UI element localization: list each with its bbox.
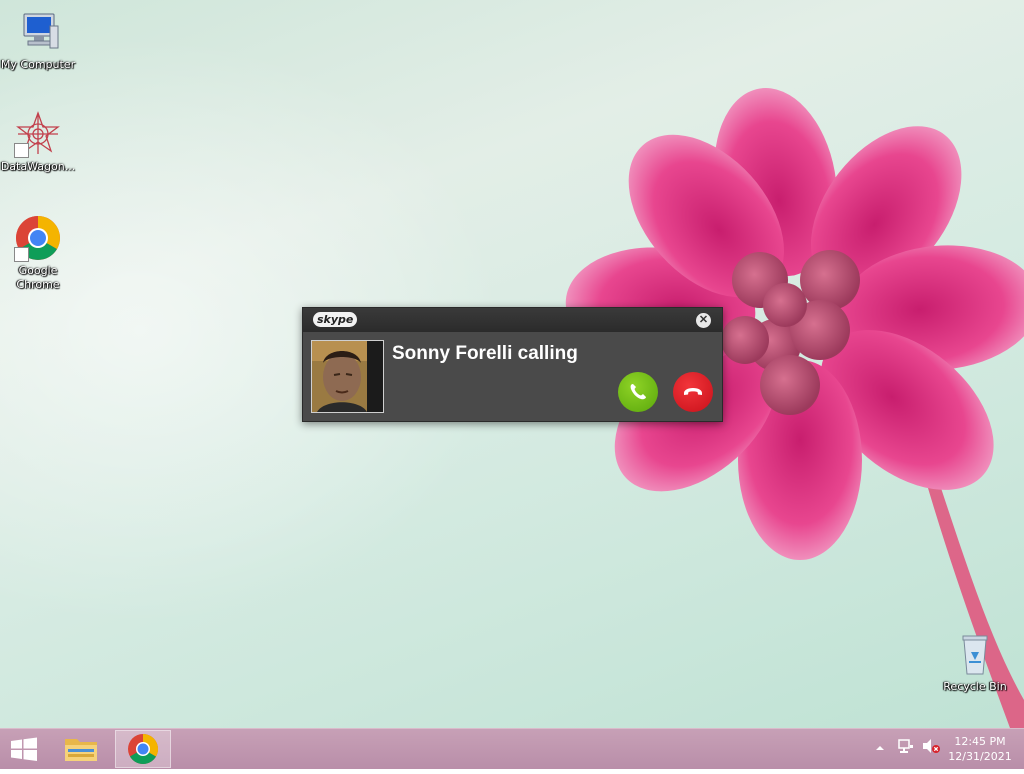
computer-icon	[14, 8, 62, 56]
desktop-icon-google-chrome[interactable]: Google Chrome	[0, 214, 76, 292]
chevron-up-icon[interactable]	[874, 741, 886, 759]
popup-titlebar: skype ✕	[303, 308, 722, 332]
skype-logo: skype	[313, 312, 358, 327]
desktop: My Computer DataWagon... Google Chrome R…	[0, 0, 1024, 728]
skype-incoming-call-popup: skype ✕ Sonny Forelli calling	[302, 307, 723, 422]
decline-call-button[interactable]	[673, 372, 713, 412]
datawagon-icon	[14, 110, 62, 158]
caller-avatar	[311, 340, 384, 413]
shortcut-arrow-icon	[14, 143, 29, 158]
close-icon[interactable]: ✕	[696, 313, 711, 328]
clock-date: 12/31/2021	[948, 750, 1012, 763]
taskbar: 12:45 PM 12/31/2021	[0, 728, 1024, 769]
desktop-icon-label: Google Chrome	[16, 264, 60, 291]
clock-time: 12:45 PM	[954, 735, 1006, 748]
start-button[interactable]	[0, 729, 48, 769]
phone-answer-icon	[630, 384, 646, 400]
chrome-icon	[14, 214, 62, 262]
taskbar-google-chrome[interactable]	[115, 730, 171, 768]
caller-name-text: Sonny Forelli calling	[392, 343, 578, 364]
network-icon[interactable]	[897, 737, 915, 760]
volume-muted-icon[interactable]	[921, 737, 941, 760]
chrome-icon	[128, 734, 159, 765]
desktop-icon-recycle-bin[interactable]: Recycle Bin	[937, 630, 1013, 694]
taskbar-file-explorer[interactable]	[53, 730, 109, 768]
recycle-bin-icon	[951, 630, 999, 678]
desktop-icon-label: My Computer	[0, 58, 76, 71]
windows-logo-icon	[11, 737, 37, 761]
phone-hangup-icon	[684, 388, 702, 395]
desktop-icon-my-computer[interactable]: My Computer	[0, 8, 76, 72]
folder-icon	[65, 739, 97, 761]
desktop-icon-label: DataWagon...	[0, 160, 76, 173]
desktop-icon-label: Recycle Bin	[943, 680, 1007, 693]
shortcut-arrow-icon	[14, 247, 29, 262]
answer-call-button[interactable]	[618, 372, 658, 412]
desktop-icon-datawagon[interactable]: DataWagon...	[0, 110, 76, 174]
system-clock[interactable]: 12:45 PM 12/31/2021	[944, 734, 1016, 764]
